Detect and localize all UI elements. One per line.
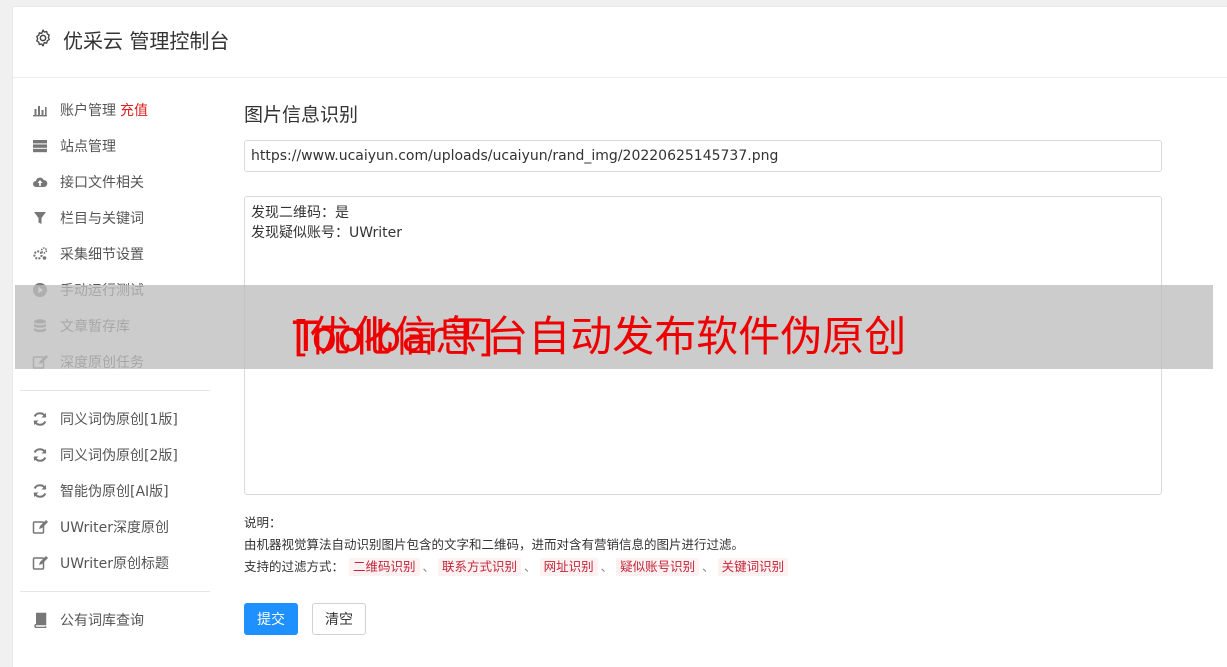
page-title: 优采云 管理控制台 (63, 29, 230, 53)
tag-separator: 、 (422, 559, 436, 574)
cloud-upload-icon (31, 173, 49, 191)
filter-tag: 联系方式识别 (438, 558, 522, 576)
sidebar-item-group1-3[interactable]: 栏目与关键词 (20, 200, 210, 236)
filter-tag: 疑似账号识别 (616, 558, 700, 576)
sidebar-item-label: UWriter原创标题 (60, 556, 169, 572)
sidebar-item-label: 站点管理 (60, 139, 116, 155)
recharge-link[interactable]: 充值 (120, 100, 148, 120)
filter-tag: 二维码识别 (349, 558, 420, 576)
main-content: 图片信息识别 发现二维码：是 发现疑似账号：UWriter 说明： 由机器视觉算… (244, 96, 1164, 635)
bar-chart-icon (31, 101, 49, 119)
sidebar-item-label: 接口文件相关 (60, 175, 144, 191)
sidebar-item-label: 公有词库查询 (60, 613, 144, 629)
filter-methods: 支持的过滤方式： 二维码识别、联系方式识别、网址识别、疑似账号识别、关键词识别 (244, 556, 1162, 578)
image-url-input[interactable] (244, 140, 1162, 172)
filter-methods-label: 支持的过滤方式： (244, 559, 345, 574)
sidebar-item-group2-2[interactable]: 智能伪原创[AI版] (20, 473, 210, 509)
sidebar-item-label: UWriter深度原创 (60, 520, 169, 536)
filter-tag: 关键词识别 (717, 558, 789, 576)
tag-separator: 、 (524, 559, 537, 574)
sidebar-divider (20, 390, 210, 391)
sidebar-item-group1-2[interactable]: 接口文件相关 (20, 164, 210, 200)
clear-button[interactable]: 清空 (312, 603, 366, 635)
sidebar-divider (20, 591, 210, 592)
sidebar-item-group2-3[interactable]: UWriter深度原创 (20, 509, 210, 545)
result-line: 发现二维码：是 (251, 205, 349, 221)
refresh-icon (31, 446, 49, 464)
sidebar-item-label: 同义词伪原创[1版] (60, 412, 178, 428)
sidebar-item-label: 账户管理 (60, 103, 116, 119)
refresh-icon (31, 482, 49, 500)
edit-icon (31, 518, 49, 536)
sidebar-item-label: 采集细节设置 (60, 247, 144, 263)
gear-icon (36, 29, 50, 47)
header: 优采云 管理控制台 (13, 7, 1227, 78)
refresh-icon (31, 410, 49, 428)
notes: 说明： 由机器视觉算法自动识别图片包含的文字和二维码，进而对含有营销信息的图片进… (244, 512, 1162, 578)
sidebar-item-group2-1[interactable]: 同义词伪原创[2版] (20, 437, 210, 473)
sidebar-item-label: 栏目与关键词 (60, 211, 144, 227)
result-line: 发现疑似账号：UWriter (251, 225, 402, 241)
server-icon (31, 137, 49, 155)
sidebar-item-label: 智能伪原创[AI版] (60, 484, 169, 500)
edit-icon (31, 554, 49, 572)
notes-description: 由机器视觉算法自动识别图片包含的文字和二维码，进而对含有营销信息的图片进行过滤。 (244, 537, 745, 552)
watermark-text-b: Toolbar平台自动发布软件伪原创 (293, 312, 907, 361)
filter-icon (31, 209, 49, 227)
sidebar-item-group3-0[interactable]: 公有词库查询 (20, 602, 210, 638)
sidebar-item-group2-4[interactable]: UWriter原创标题 (20, 545, 210, 581)
tag-separator: 、 (600, 559, 614, 574)
sidebar-item-group2-0[interactable]: 同义词伪原创[1版] (20, 401, 210, 437)
notes-title: 说明： (244, 515, 282, 530)
book-icon (31, 611, 49, 629)
gears-icon (31, 245, 49, 263)
submit-button[interactable]: 提交 (244, 603, 298, 635)
filter-tag: 网址识别 (539, 558, 598, 576)
sidebar-item-label: 同义词伪原创[2版] (60, 448, 178, 464)
sidebar-item-group1-4[interactable]: 采集细节设置 (20, 236, 210, 272)
section-heading: 图片信息识别 (244, 104, 359, 126)
sidebar-item-group1-0[interactable]: 账户管理 充值 (20, 92, 210, 128)
sidebar-item-group1-1[interactable]: 站点管理 (20, 128, 210, 164)
tag-separator: 、 (702, 559, 715, 574)
